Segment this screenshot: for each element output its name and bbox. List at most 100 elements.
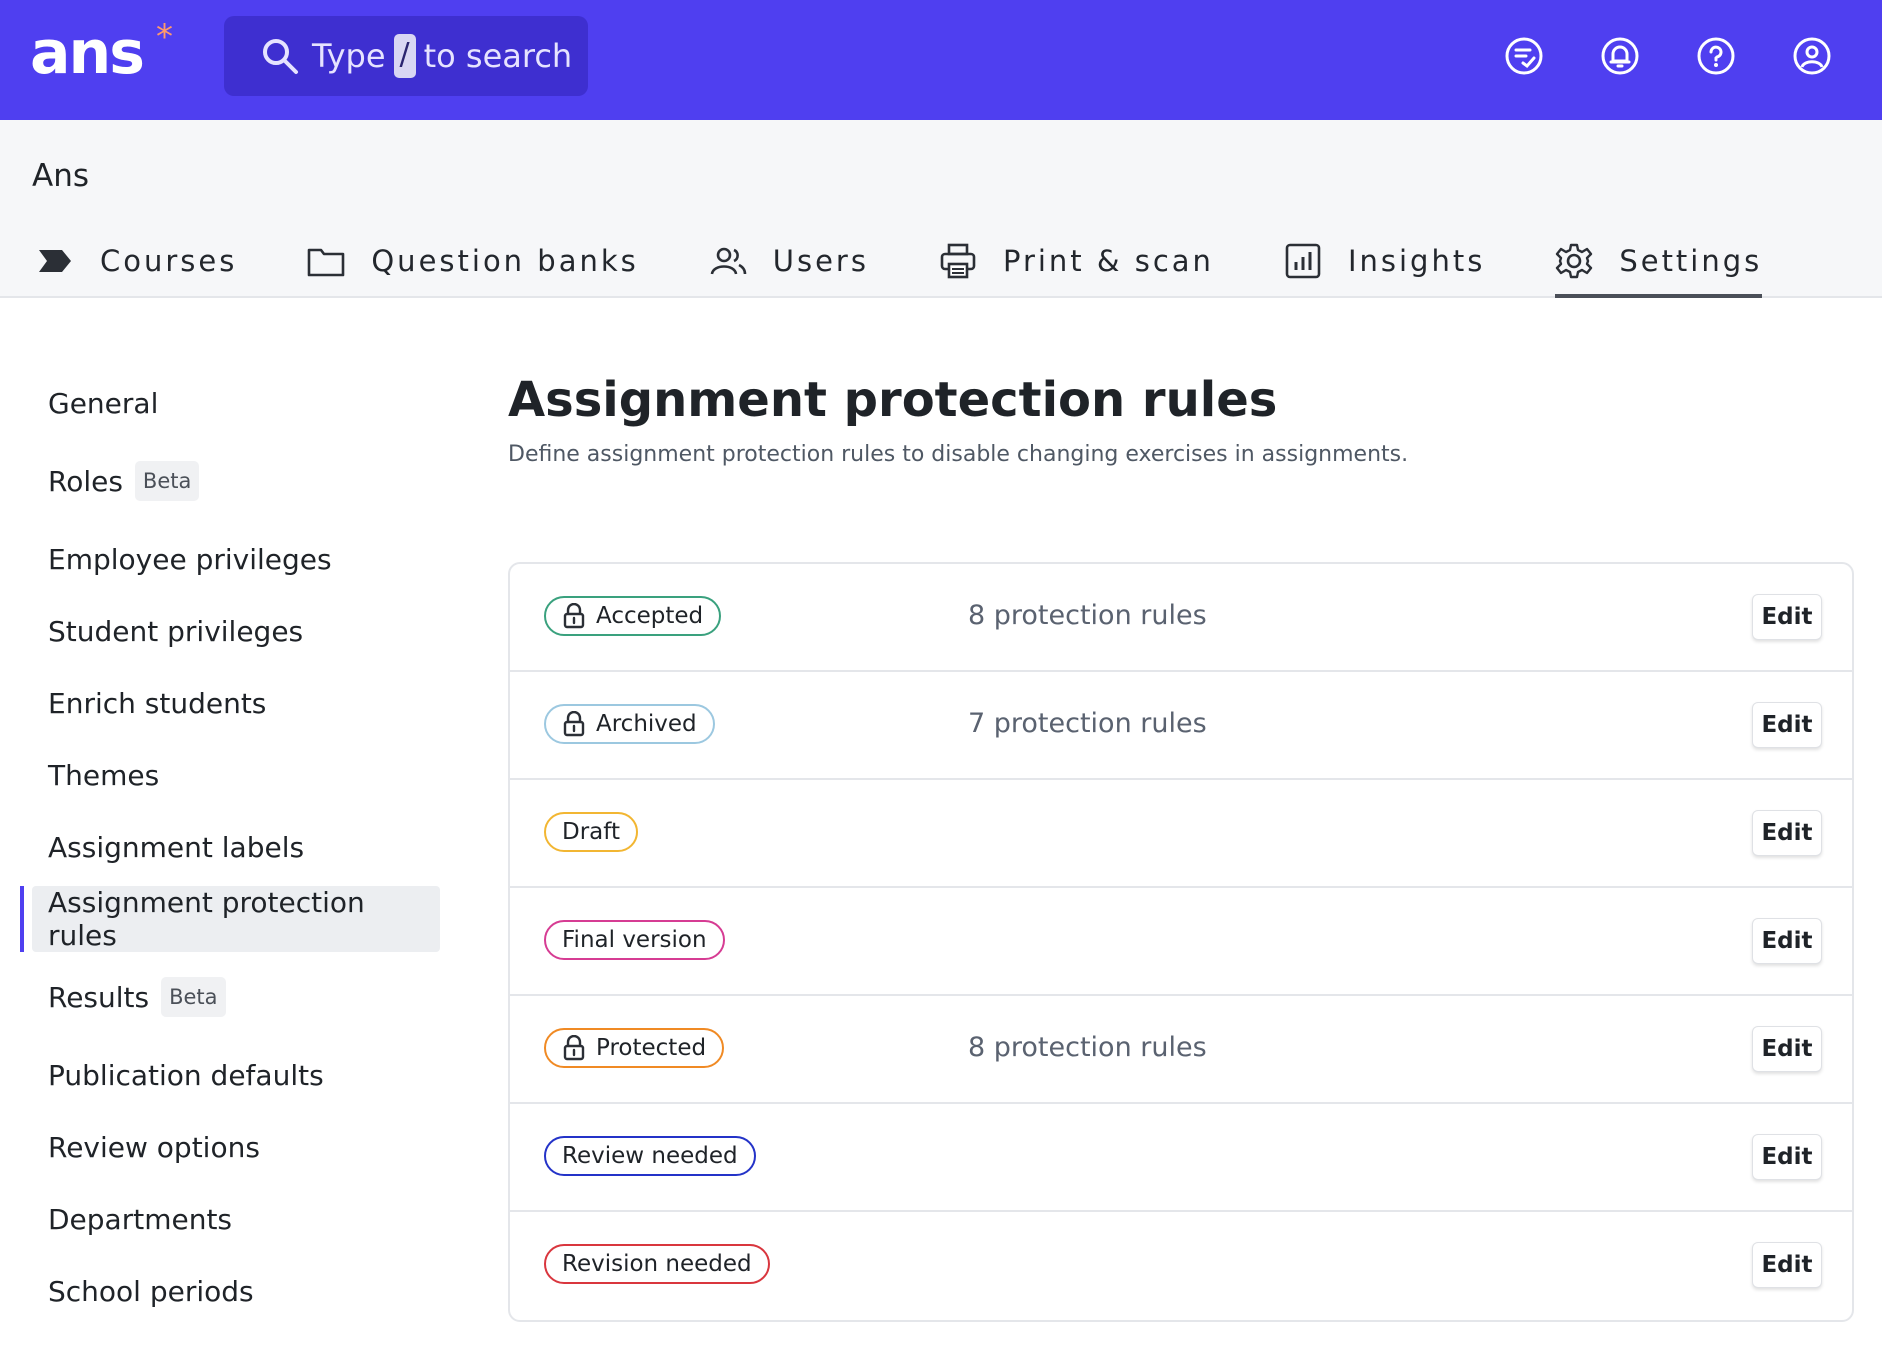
- sidebar-item-assignment-labels[interactable]: Assignment labels: [20, 814, 430, 880]
- rule-row: Review needed Edit: [510, 1104, 1852, 1212]
- rule-row: Archived 7 protection rules Edit: [510, 672, 1852, 780]
- sidebar-item-label: Enrich students: [48, 686, 267, 720]
- tab-courses[interactable]: Courses: [36, 230, 237, 298]
- sidebar-item-label: Employee privileges: [48, 542, 332, 576]
- status-badge: Protected: [544, 1028, 725, 1068]
- help-icon[interactable]: [1696, 36, 1736, 76]
- protection-rule-count: 8 protection rules: [968, 1032, 1207, 1063]
- sidebar-item-roles[interactable]: Roles Beta: [20, 442, 430, 520]
- status-badge-label: Archived: [596, 711, 697, 737]
- settings-sidebar: General Roles Beta Employee privileges St…: [20, 370, 440, 1330]
- beta-badge: Beta: [161, 977, 226, 1017]
- sub-header: Ans Courses Question banks Users Print &…: [0, 120, 1882, 298]
- tab-label: Print & scan: [1002, 244, 1214, 278]
- sidebar-item-label: Publication defaults: [48, 1058, 324, 1092]
- protection-rule-count: 7 protection rules: [968, 708, 1207, 739]
- sidebar-item-employee-privileges[interactable]: Employee privileges: [20, 526, 430, 592]
- tab-users[interactable]: Users: [709, 230, 869, 298]
- chevron-flag-icon: [39, 250, 71, 272]
- edit-button[interactable]: Edit: [1752, 702, 1822, 748]
- sidebar-item-label: Assignment protection rules: [48, 886, 365, 952]
- sidebar-item-label: General: [48, 386, 159, 420]
- ans-logo[interactable]: ans: [30, 18, 145, 88]
- sidebar-item-themes[interactable]: Themes: [20, 742, 430, 808]
- main-content: Assignment protection rules Define assig…: [508, 370, 1854, 1322]
- rule-row: Final version Edit: [510, 888, 1852, 996]
- rule-row: Protected 8 protection rules Edit: [510, 996, 1852, 1104]
- logo-asterisk: *: [156, 17, 173, 57]
- rule-row: Revision needed Edit: [510, 1212, 1852, 1320]
- main-nav: Courses Question banks Users Print & sca…: [36, 230, 1832, 298]
- sidebar-item-review-options[interactable]: Review options: [20, 1114, 430, 1180]
- sidebar-item-label: Student privileges: [48, 614, 304, 648]
- edit-button[interactable]: Edit: [1752, 810, 1822, 856]
- tab-settings[interactable]: Settings: [1555, 230, 1763, 298]
- status-badge-label: Accepted: [596, 603, 704, 629]
- printer-icon: [940, 243, 976, 279]
- rules-list: Accepted 8 protection rules Edit Archived 7 …: [508, 562, 1854, 1322]
- sidebar-item-results[interactable]: Results Beta: [20, 958, 430, 1036]
- status-badge-label: Protected: [596, 1035, 707, 1061]
- sidebar-item-label: Themes: [48, 758, 160, 792]
- tab-question-banks[interactable]: Question banks: [307, 230, 638, 298]
- sidebar-item-label: Departments: [48, 1202, 233, 1236]
- page-title: Assignment protection rules: [508, 372, 1278, 428]
- search-prefix: Type: [312, 37, 386, 75]
- feedback-icon[interactable]: [1504, 36, 1544, 76]
- lock-icon: [563, 603, 585, 629]
- tab-label: Users: [772, 244, 869, 278]
- status-badge: Accepted: [544, 596, 722, 636]
- account-icon[interactable]: [1792, 36, 1832, 76]
- rule-row: Draft Edit: [510, 780, 1852, 888]
- status-badge: Archived: [544, 704, 715, 744]
- edit-button[interactable]: Edit: [1752, 1242, 1822, 1288]
- sidebar-item-label: Results: [48, 980, 150, 1014]
- status-badge-label: Draft: [562, 819, 620, 845]
- tab-label: Insights: [1347, 244, 1486, 278]
- sidebar-item-school-periods[interactable]: School periods: [20, 1258, 430, 1324]
- organization-name: Ans: [32, 158, 90, 194]
- gear-icon: [1556, 243, 1593, 279]
- status-badge-label: Revision needed: [562, 1251, 752, 1277]
- tab-print-scan[interactable]: Print & scan: [939, 230, 1214, 298]
- tab-label: Settings: [1619, 244, 1763, 278]
- search-box[interactable]: Type / to search: [224, 16, 588, 96]
- tab-insights[interactable]: Insights: [1284, 230, 1485, 298]
- notifications-bell-icon[interactable]: [1600, 36, 1640, 76]
- page-description: Define assignment protection rules to di…: [508, 442, 1409, 467]
- tab-label: Courses: [100, 244, 238, 278]
- lock-icon: [563, 711, 585, 737]
- protection-rule-count: 8 protection rules: [968, 600, 1207, 631]
- tab-label: Question banks: [371, 244, 639, 278]
- sidebar-item-label: School periods: [48, 1274, 254, 1308]
- edit-button[interactable]: Edit: [1752, 918, 1822, 964]
- lock-icon: [563, 1035, 585, 1061]
- folder-icon: [308, 248, 345, 277]
- edit-button[interactable]: Edit: [1752, 594, 1822, 640]
- users-icon: [710, 247, 747, 275]
- status-badge-label: Final version: [562, 927, 707, 953]
- status-badge: Revision needed: [544, 1244, 770, 1284]
- chart-icon: [1285, 243, 1321, 279]
- top-bar: ans * Type / to search: [0, 0, 1882, 120]
- sidebar-item-enrich-students[interactable]: Enrich students: [20, 670, 430, 736]
- edit-button[interactable]: Edit: [1752, 1134, 1822, 1180]
- sidebar-item-publication-defaults[interactable]: Publication defaults: [20, 1042, 430, 1108]
- sidebar-item-label: Review options: [48, 1130, 260, 1164]
- sidebar-item-label: Assignment labels: [48, 830, 305, 864]
- edit-button[interactable]: Edit: [1752, 1026, 1822, 1072]
- search-shortcut-key: /: [393, 34, 416, 78]
- sidebar-item-assignment-protection-rules[interactable]: Assignment protection rules: [20, 886, 440, 952]
- sidebar-item-student-privileges[interactable]: Student privileges: [20, 598, 430, 664]
- status-badge-label: Review needed: [562, 1143, 738, 1169]
- status-badge: Review needed: [544, 1136, 756, 1176]
- sidebar-item-general[interactable]: General: [20, 370, 430, 436]
- sidebar-item-departments[interactable]: Departments: [20, 1186, 430, 1252]
- beta-badge: Beta: [134, 461, 200, 501]
- search-icon: [263, 39, 298, 74]
- search-suffix: to search: [423, 37, 573, 75]
- sidebar-item-label: Roles: [48, 464, 123, 498]
- status-badge: Draft: [544, 812, 638, 852]
- rule-row: Accepted 8 protection rules Edit: [510, 564, 1852, 672]
- status-badge: Final version: [544, 920, 725, 960]
